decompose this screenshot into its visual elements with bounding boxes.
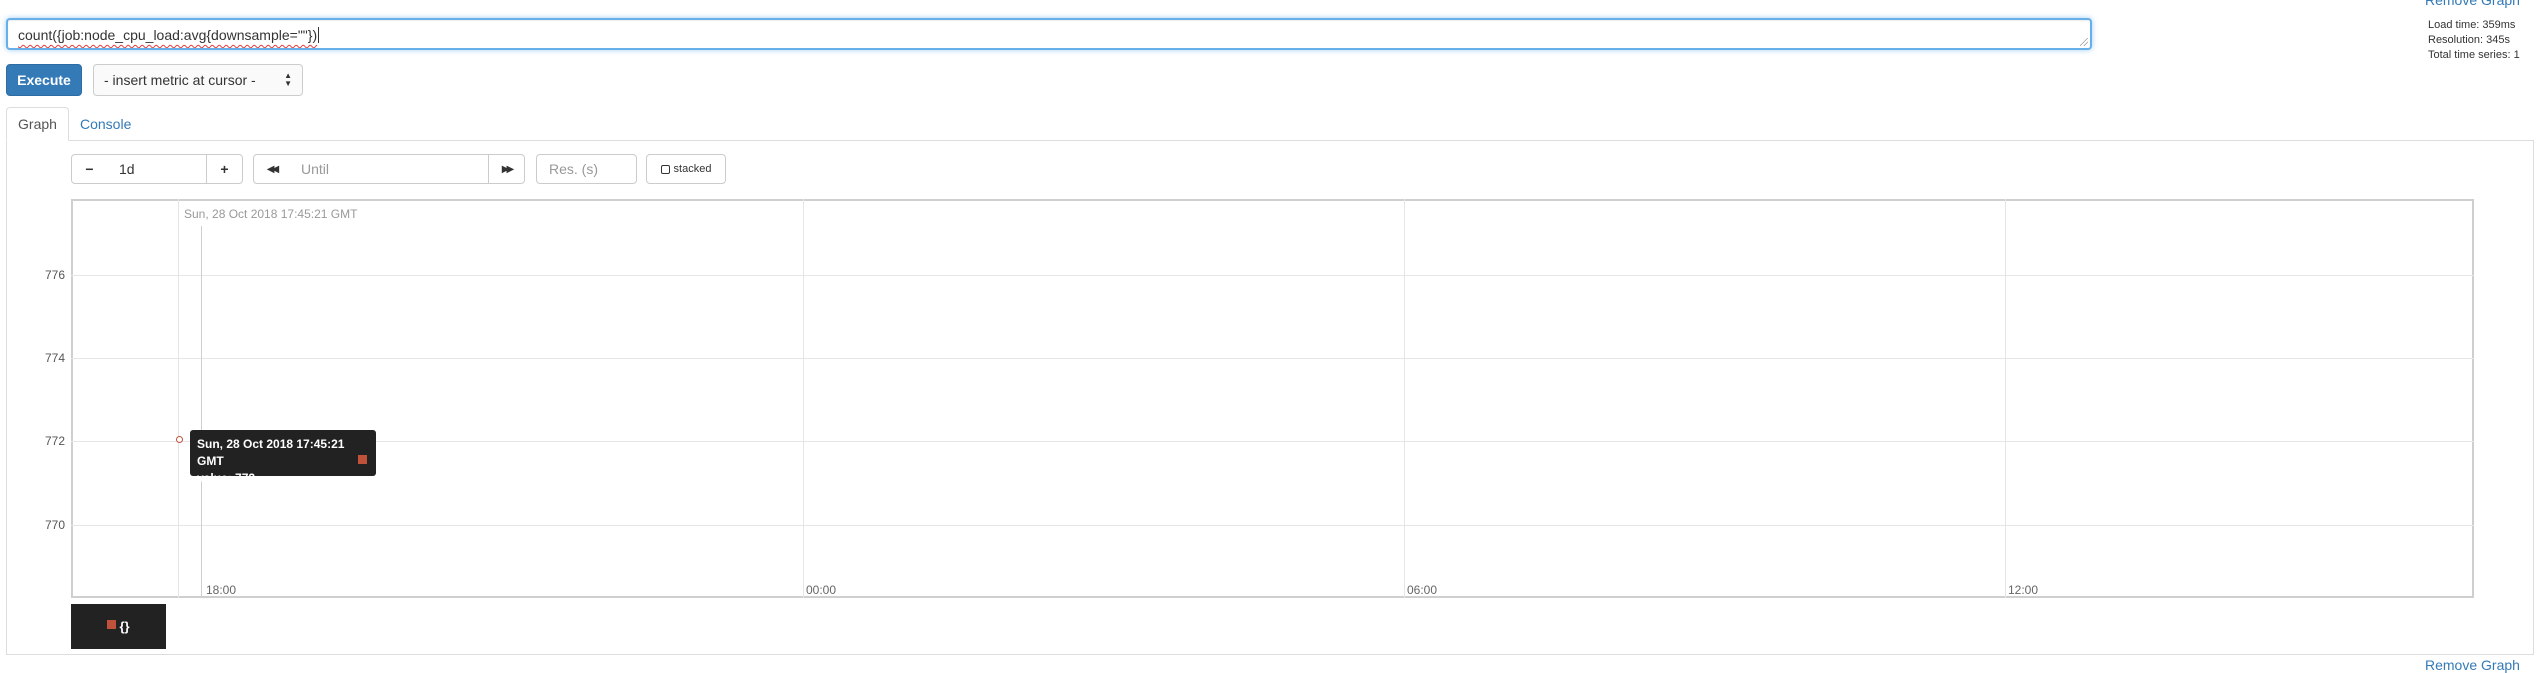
stacked-checkbox-icon [660, 164, 670, 174]
grid-line [71, 358, 2474, 359]
decrease-range-button[interactable]: − [71, 154, 108, 184]
data-point[interactable] [176, 436, 183, 443]
range-input[interactable]: 1d [107, 154, 207, 184]
y-tick-label: 772 [45, 434, 66, 448]
double-right-icon: ▶▶ [501, 163, 515, 175]
remove-graph-link-top[interactable]: Remove Graph [2425, 0, 2520, 8]
execute-button[interactable]: Execute [6, 64, 82, 96]
insert-metric-select-value: - insert metric at cursor - [104, 72, 256, 88]
data-tooltip: Sun, 28 Oct 2018 17:45:21 GMT value: 772 [190, 430, 376, 485]
x-tick-label: 00:00 [806, 583, 837, 597]
tooltip-time: Sun, 28 Oct 2018 17:45:21 GMT [197, 437, 345, 468]
stacked-toggle-button[interactable]: stacked [646, 154, 726, 184]
grid-line [71, 525, 2474, 526]
until-input[interactable]: Until [289, 154, 489, 184]
y-tick-label: 770 [45, 518, 66, 532]
x-tick-label: 18:00 [206, 583, 237, 597]
legend-item[interactable]: {} [71, 604, 166, 649]
remove-graph-link-bottom[interactable]: Remove Graph [2425, 657, 2520, 673]
hover-crosshair [201, 226, 202, 598]
tab-console[interactable]: Console [80, 116, 131, 132]
resolution: Resolution: 345s [2428, 34, 2510, 46]
time-back-button[interactable]: ◀◀ [253, 154, 290, 184]
grid-line [178, 199, 179, 598]
grid-line [71, 275, 2474, 276]
until-placeholder: Until [301, 161, 330, 177]
time-forward-button[interactable]: ▶▶ [488, 154, 525, 184]
resize-handle-icon[interactable] [2080, 38, 2088, 46]
legend-swatch [107, 620, 117, 629]
double-left-icon: ◀◀ [266, 163, 280, 175]
grid-line [1404, 199, 1405, 598]
stacked-label: stacked [673, 163, 712, 175]
select-arrows-icon: ▲ ▼ [284, 71, 292, 88]
load-time: Load time: 359ms [2428, 19, 2516, 31]
graph-area[interactable] [71, 199, 2474, 598]
insert-metric-select[interactable]: - insert metric at cursor - ▲ ▼ [93, 64, 303, 96]
query-stats: Load time: 359ms Resolution: 345s Total … [2428, 18, 2520, 63]
hover-time-label: Sun, 28 Oct 2018 17:45:21 GMT [180, 206, 362, 222]
y-tick-label: 774 [45, 351, 66, 365]
resolution-placeholder: Res. (s) [549, 161, 598, 177]
expression-text: count({job:node_cpu_load:avg{downsample=… [18, 27, 318, 43]
grid-line [803, 199, 804, 598]
grid-line [71, 441, 2474, 442]
resolution-input[interactable]: Res. (s) [536, 154, 637, 184]
x-tick-label: 12:00 [2008, 583, 2039, 597]
x-tick-label: 06:00 [1407, 583, 1438, 597]
total-time-series: Total time series: 1 [2428, 49, 2520, 61]
legend-label: {} [119, 619, 130, 634]
tab-graph[interactable]: Graph [6, 107, 69, 141]
expression-input[interactable]: count({job:node_cpu_load:avg{downsample=… [6, 18, 2092, 50]
y-tick-label: 776 [45, 268, 66, 282]
tooltip-value: value: 772 [197, 471, 256, 485]
series-color-swatch [358, 455, 367, 464]
increase-range-button[interactable]: + [206, 154, 243, 184]
grid-line [2005, 199, 2006, 598]
